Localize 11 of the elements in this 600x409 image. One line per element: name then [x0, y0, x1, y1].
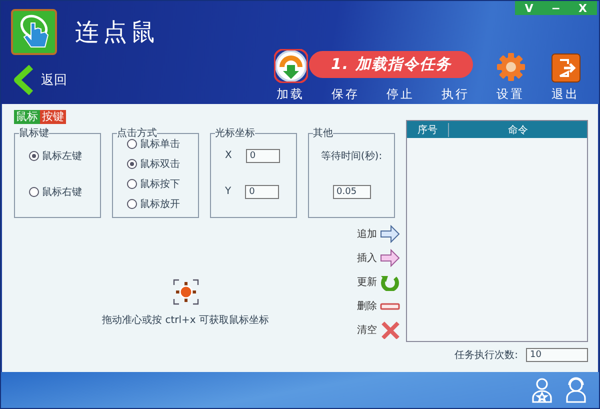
group-title: 光标坐标 — [215, 126, 255, 140]
x-label: X — [225, 150, 232, 161]
hint-text: 拖动准心或按 ctrl+x 可获取鼠标坐标 — [102, 314, 269, 327]
wait-time-label: 等待时间(秒): — [320, 150, 382, 162]
tip-tooltip: 1. 加载指令任务 — [309, 51, 474, 78]
group-title: 其他 — [313, 126, 333, 140]
group-title: 鼠标键 — [19, 126, 49, 140]
y-label: Y — [225, 186, 232, 197]
group-title: 点击方式 — [117, 126, 157, 139]
window-title: 连点鼠 — [75, 17, 159, 48]
run-count-label: 任务执行次数: — [454, 348, 518, 362]
